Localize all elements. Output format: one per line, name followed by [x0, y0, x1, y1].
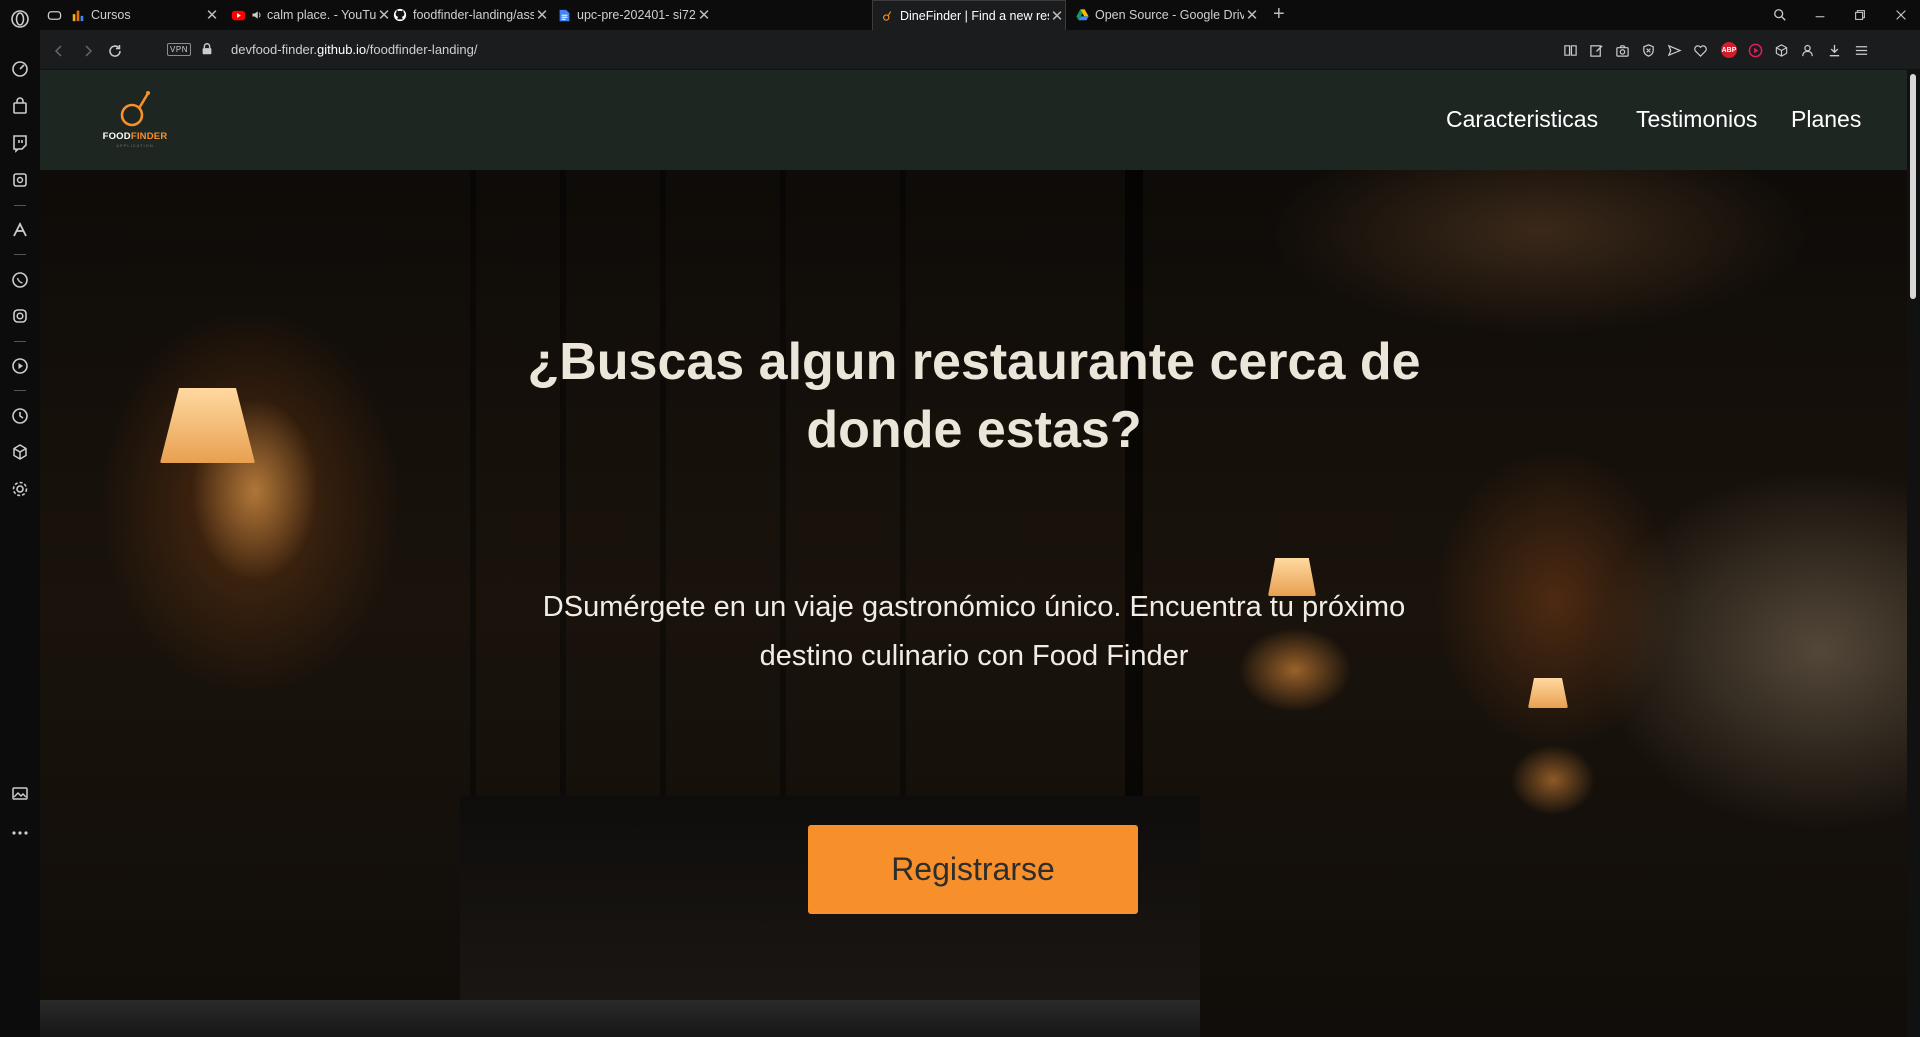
tab-google-drive[interactable]: Open Source - Google Driv ✕: [1074, 0, 1260, 30]
reload-icon[interactable]: [105, 41, 125, 61]
forward-arrow-icon[interactable]: [78, 41, 98, 61]
bar-chart-icon: [70, 7, 86, 23]
hero-subtitle: DSumérgete en un viaje gastronómico únic…: [542, 591, 1406, 672]
url-path: /foodfinder-landing/: [366, 42, 478, 57]
tab-close-icon[interactable]: ✕: [204, 6, 220, 24]
magnifier-logo-icon: [120, 91, 150, 127]
reader-mode-icon[interactable]: [1561, 41, 1579, 59]
logo-food: FOOD: [102, 131, 131, 142]
tab-islands-icon[interactable]: [46, 0, 68, 30]
tab-youtube[interactable]: calm place. - YouTube ✕: [230, 0, 392, 30]
vpn-badge[interactable]: VPN: [167, 43, 191, 56]
tab-title: upc-pre-202401- si729-W: [577, 8, 696, 22]
foodfinder-icon: [879, 8, 895, 24]
tab-islands-icon: [46, 7, 62, 23]
tab-title: DineFinder | Find a new res: [900, 8, 1049, 23]
speed-dial-icon[interactable]: [8, 57, 32, 81]
more-options-icon[interactable]: [8, 821, 32, 845]
tracker-blocker-icon[interactable]: [1639, 41, 1657, 59]
instagram-icon[interactable]: [8, 304, 32, 328]
tab-search-icon[interactable]: [1770, 5, 1790, 25]
logo-finder: FINDER: [130, 131, 168, 142]
docs-icon: [556, 7, 572, 23]
twitch-icon[interactable]: [8, 131, 32, 155]
tab-close-icon[interactable]: ✕: [1049, 7, 1065, 25]
back-arrow-icon[interactable]: [49, 41, 69, 61]
url-prefix: devfood-finder.: [231, 42, 318, 57]
url-field[interactable]: devfood-finder.github.io/foodfinder-land…: [231, 42, 477, 57]
tab-title: Cursos: [91, 8, 131, 22]
snapshot-camera-icon[interactable]: [1613, 41, 1631, 59]
nav-link-testimonios[interactable]: Testimonios: [1636, 106, 1757, 133]
google-drive-icon: [1074, 7, 1090, 23]
new-tab-plus-icon[interactable]: +: [1273, 3, 1285, 26]
shopping-bag-icon[interactable]: [8, 94, 32, 118]
github-icon: [392, 7, 408, 23]
ai-assistant-icon[interactable]: [8, 168, 32, 192]
sidebar-divider: [14, 254, 26, 255]
history-icon[interactable]: [8, 404, 32, 428]
player-icon[interactable]: [8, 354, 32, 378]
sidebar-divider: [14, 205, 26, 206]
sidebar-divider: [14, 390, 26, 391]
tab-github[interactable]: foodfinder-landing/assests ✕: [392, 0, 550, 30]
logo-wordmark: FOODFINDER: [95, 131, 175, 142]
background-photo-detail: [160, 388, 255, 463]
wallpaper-image-icon[interactable]: [8, 781, 32, 805]
site-header: FOODFINDER APPLICATION Caracteristicas T…: [40, 70, 1907, 170]
nav-link-caracteristicas[interactable]: Caracteristicas: [1446, 106, 1598, 133]
bookmark-heart-icon[interactable]: [1691, 41, 1709, 59]
page-scrollbar[interactable]: [1907, 70, 1920, 1037]
edit-page-icon[interactable]: [1587, 41, 1605, 59]
speaker-icon[interactable]: [251, 7, 263, 23]
profile-icon[interactable]: [1798, 41, 1816, 59]
adblock-label: ABP: [1721, 42, 1737, 58]
tab-docs[interactable]: upc-pre-202401- si729-W ✕: [556, 0, 712, 30]
tab-close-icon[interactable]: ✕: [696, 6, 712, 24]
send-flow-icon[interactable]: [1665, 41, 1683, 59]
page-viewport: FOODFINDER APPLICATION Caracteristicas T…: [40, 70, 1907, 1037]
restore-window-icon[interactable]: [1850, 5, 1870, 25]
tab-title: foodfinder-landing/assests: [413, 8, 534, 22]
opera-menu-icon[interactable]: [8, 7, 32, 31]
tab-title: Open Source - Google Driv: [1095, 8, 1244, 22]
tab-close-icon[interactable]: ✕: [376, 6, 392, 24]
download-icon[interactable]: [1825, 41, 1843, 59]
extensions-cube-icon[interactable]: [8, 440, 32, 464]
easy-setup-menu-icon[interactable]: [1852, 41, 1870, 59]
site-logo[interactable]: FOODFINDER APPLICATION: [95, 84, 175, 154]
logo-tagline: APPLICATION: [116, 143, 154, 148]
settings-gear-icon[interactable]: [8, 477, 32, 501]
tab-title: calm place. - YouTube: [267, 8, 376, 22]
hero-title: ¿Buscas algun restaurante cerca de donde…: [527, 333, 1421, 459]
address-bar: VPN devfood-finder.github.io/foodfinder-…: [40, 30, 1920, 70]
whatsapp-icon[interactable]: [8, 268, 32, 292]
background-photo-detail: [1528, 678, 1568, 708]
tab-close-icon[interactable]: ✕: [534, 6, 550, 24]
aria-icon[interactable]: [8, 218, 32, 242]
register-button[interactable]: Registrarse: [808, 825, 1138, 914]
tab-strip: Cursos ✕ calm place. - YouTube ✕ foodfin…: [40, 0, 1920, 30]
nav-link-planes[interactable]: Planes: [1791, 106, 1861, 133]
scrollbar-thumb[interactable]: [1910, 74, 1916, 299]
url-domain: github.io: [317, 42, 367, 57]
browser-sidebar: [0, 0, 40, 1037]
lock-icon[interactable]: [200, 42, 216, 58]
minimize-icon[interactable]: [1810, 5, 1830, 25]
tab-dinefinder-active[interactable]: DineFinder | Find a new res ✕: [872, 0, 1066, 30]
hero-section: ¿Buscas algun restaurante cerca de donde…: [40, 170, 1907, 1037]
close-window-icon[interactable]: [1891, 5, 1911, 25]
tab-cursos[interactable]: Cursos ✕: [70, 0, 220, 30]
tab-close-icon[interactable]: ✕: [1244, 6, 1260, 24]
background-photo-detail: [40, 1000, 1200, 1037]
youtube-icon: [230, 7, 246, 23]
music-player-icon[interactable]: [1746, 41, 1764, 59]
adblock-extension-icon[interactable]: ABP: [1720, 41, 1738, 59]
extensions-cube-icon[interactable]: [1772, 41, 1790, 59]
sidebar-divider: [14, 341, 26, 342]
